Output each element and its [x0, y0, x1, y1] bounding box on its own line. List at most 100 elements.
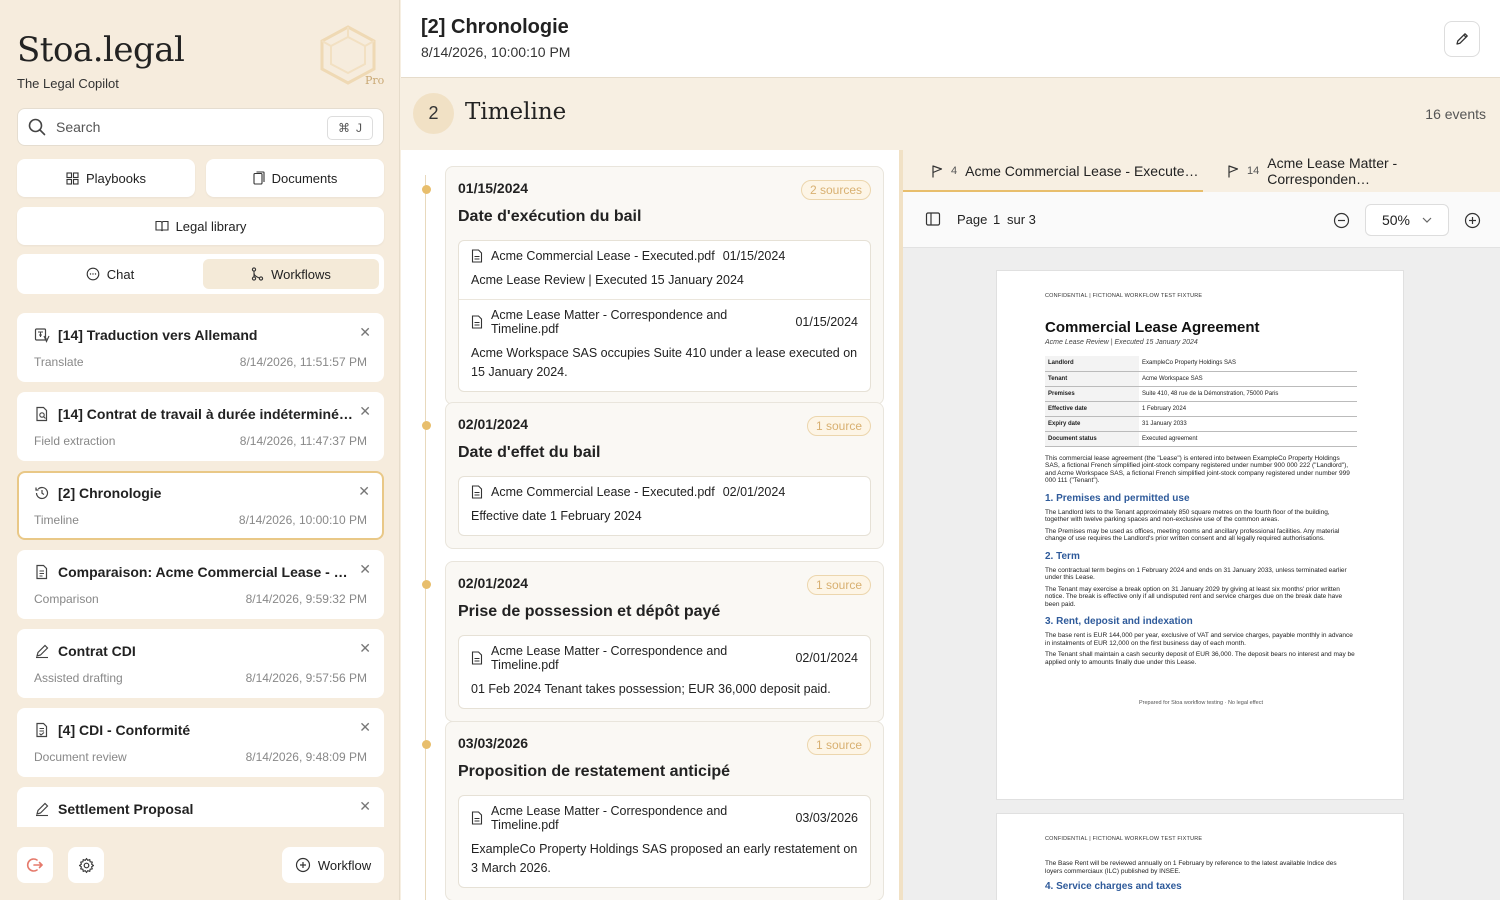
- zoom-select[interactable]: 50%: [1365, 204, 1449, 236]
- workflow-branch-icon: [251, 267, 264, 281]
- timeline-event[interactable]: 02/01/2024 1 source Prise de possession …: [422, 561, 884, 722]
- shortcut-key: J: [356, 121, 362, 135]
- close-icon[interactable]: ✕: [359, 403, 371, 420]
- table-row: Effective date 1 February 2024: [1045, 401, 1357, 417]
- plus-circle-icon: [295, 857, 311, 873]
- source-item[interactable]: Acme Lease Matter - Correspondence and T…: [459, 796, 870, 887]
- history-icon: [34, 485, 50, 501]
- timeline-dot: [422, 580, 431, 589]
- source-date: 02/01/2024: [795, 651, 858, 665]
- timeline-line: [425, 175, 426, 900]
- workflow-item[interactable]: Contrat CDI ✕ Assisted drafting 8/14/202…: [17, 629, 384, 698]
- settings-button[interactable]: [68, 847, 104, 883]
- table-value: 1 February 2024: [1139, 401, 1357, 417]
- step-number: 2: [413, 93, 454, 134]
- workflow-item-timestamp: 8/14/2026, 9:59:32 PM: [245, 592, 367, 606]
- pen-icon: [34, 801, 50, 817]
- files-icon: [253, 171, 265, 185]
- documents-label: Documents: [271, 170, 338, 186]
- tab-workflows[interactable]: Workflows: [203, 259, 379, 289]
- sidebar-footer: Workflow: [17, 847, 384, 883]
- logout-button[interactable]: [17, 847, 53, 883]
- edit-button[interactable]: [1444, 21, 1480, 57]
- file-icon: [471, 249, 483, 263]
- confidential-label: CONFIDENTIAL | FICTIONAL WORKFLOW TEST F…: [1045, 836, 1203, 842]
- playbooks-button[interactable]: Playbooks: [17, 159, 195, 197]
- close-icon[interactable]: ✕: [359, 719, 371, 736]
- close-icon[interactable]: ✕: [359, 561, 371, 578]
- chat-bubble-icon: [86, 267, 100, 281]
- section-heading: 1. Premises and permitted use: [1045, 492, 1190, 504]
- tab-workflows-label: Workflows: [271, 266, 331, 282]
- tab-document-2[interactable]: 14 Acme Lease Matter - Corresponden…: [1227, 150, 1500, 192]
- table-key: Expiry date: [1045, 416, 1139, 432]
- workflow-item[interactable]: Comparaison: Acme Commercial Lease - … ✕…: [17, 550, 384, 619]
- source-item[interactable]: Acme Commercial Lease - Executed.pdf 01/…: [459, 241, 870, 299]
- tab-document-1[interactable]: 4 Acme Commercial Lease - Execute…: [931, 150, 1199, 192]
- close-icon[interactable]: ✕: [359, 798, 371, 815]
- timeline-event[interactable]: 03/03/2026 1 source Proposition de resta…: [422, 721, 884, 900]
- parties-table: Landlord ExampleCo Property Holdings SAS …: [1045, 356, 1357, 447]
- source-file: Acme Commercial Lease - Executed.pdf: [491, 485, 715, 499]
- section-heading: 2. Term: [1045, 550, 1080, 562]
- close-icon[interactable]: ✕: [358, 483, 370, 500]
- book-icon: [155, 220, 169, 232]
- tab-label: Acme Commercial Lease - Execute…: [965, 163, 1199, 179]
- legal-library-button[interactable]: Legal library: [17, 207, 384, 245]
- document-paragraph: The Base Rent will be reviewed annually …: [1045, 860, 1337, 875]
- search-input[interactable]: Search ⌘ J: [17, 108, 384, 146]
- brand-tagline: The Legal Copilot: [17, 76, 119, 91]
- source-excerpt: Acme Lease Review | Executed 15 January …: [471, 273, 744, 287]
- source-excerpt: Acme Workspace SAS occupies Suite 410 un…: [471, 346, 858, 379]
- workflow-item[interactable]: [4] CDI - Conformité ✕ Document review 8…: [17, 708, 384, 777]
- zoom-in-icon[interactable]: [1464, 212, 1481, 229]
- sources-list: Acme Commercial Lease - Executed.pdf 01/…: [458, 240, 871, 392]
- section-heading: 3. Rent, deposit and indexation: [1045, 616, 1193, 627]
- source-item[interactable]: Acme Lease Matter - Correspondence and T…: [459, 299, 870, 391]
- table-value: Suite 410, 48 rue de la Démonstration, 7…: [1139, 386, 1357, 402]
- zoom-out-icon[interactable]: [1333, 212, 1350, 229]
- workflow-item[interactable]: [14] Contrat de travail à durée indéterm…: [17, 392, 384, 461]
- file-icon: [471, 651, 483, 665]
- workflow-item-selected[interactable]: [2] Chronologie ✕ Timeline 8/14/2026, 10…: [17, 471, 384, 540]
- source-item[interactable]: Acme Commercial Lease - Executed.pdf 02/…: [459, 477, 870, 535]
- table-value: ExampleCo Property Holdings SAS: [1139, 356, 1357, 372]
- documents-button[interactable]: Documents: [206, 159, 384, 197]
- source-item[interactable]: Acme Lease Matter - Correspondence and T…: [459, 636, 870, 708]
- document-paragraph: The base rent is EUR 144,000 per year, e…: [1045, 632, 1353, 647]
- timeline-dot: [422, 740, 431, 749]
- events-count: 16 events: [1425, 106, 1486, 122]
- tab-chat-label: Chat: [106, 266, 135, 282]
- sidebar-toggle-icon[interactable]: [925, 211, 941, 227]
- workflow-list: [14] Traduction vers Allemand ✕ Translat…: [17, 313, 384, 827]
- workflow-item-type: Assisted drafting: [34, 671, 123, 685]
- table-row: Document status Executed agreement: [1045, 431, 1357, 447]
- workflow-item[interactable]: Settlement Proposal ✕: [17, 787, 384, 827]
- chat-workflows-toggle: Chat Workflows: [17, 254, 384, 294]
- workflow-item-title: [14] Traduction vers Allemand: [58, 327, 258, 343]
- table-value: Acme Workspace SAS: [1139, 371, 1357, 387]
- workflow-item-title: Comparaison: Acme Commercial Lease - …: [58, 564, 348, 580]
- document-paragraph: The Premises may be used as offices, mee…: [1045, 527, 1340, 543]
- close-icon[interactable]: ✕: [359, 640, 371, 657]
- timeline-event[interactable]: 02/01/2024 1 source Date d'effet du bail…: [422, 402, 884, 549]
- section-heading: 4. Service charges and taxes: [1045, 881, 1182, 892]
- tab-chat[interactable]: Chat: [22, 259, 198, 289]
- file-icon: [471, 811, 483, 825]
- sources-list: Acme Lease Matter - Correspondence and T…: [458, 795, 871, 888]
- tab-count: 4: [951, 165, 958, 177]
- new-workflow-button[interactable]: Workflow: [282, 847, 384, 883]
- search-icon: [28, 118, 46, 136]
- document-paragraph: The Tenant shall maintain a cash securit…: [1045, 651, 1355, 666]
- timeline-event[interactable]: 01/15/2024 2 sources Date d'exécution du…: [422, 166, 884, 405]
- pdf-page-2: CONFIDENTIAL | FICTIONAL WORKFLOW TEST F…: [996, 813, 1404, 900]
- page-current[interactable]: 1: [993, 212, 1000, 227]
- gear-icon: [78, 857, 95, 874]
- sources-badge: 2 sources: [800, 180, 871, 200]
- event-title: Proposition de restatement anticipé: [458, 763, 731, 780]
- workflow-item[interactable]: [14] Traduction vers Allemand ✕ Translat…: [17, 313, 384, 382]
- source-excerpt: 01 Feb 2024 Tenant takes possession; EUR…: [471, 682, 831, 696]
- close-icon[interactable]: ✕: [359, 324, 371, 341]
- workflow-item-title: Contrat CDI: [58, 643, 136, 659]
- document-paragraph: The contractual term begins on 1 Februar…: [1045, 566, 1347, 582]
